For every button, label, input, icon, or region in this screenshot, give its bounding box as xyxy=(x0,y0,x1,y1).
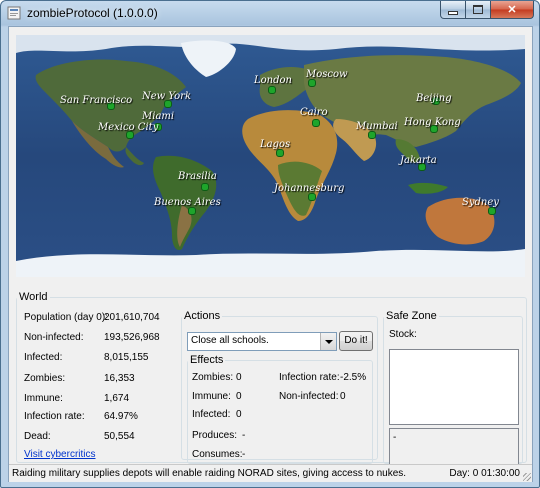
stock-info-text: - xyxy=(393,432,397,443)
title-bar[interactable]: zombieProtocol (1.0.0.0) ✕ xyxy=(1,1,539,25)
world-value-population: 201,610,704 xyxy=(104,312,160,323)
city-label: Hong Kong xyxy=(404,117,461,128)
day-clock: Day: 0 01:30:00 xyxy=(449,468,520,479)
city-label: Miami xyxy=(142,111,175,122)
world-value-immune: 1,674 xyxy=(104,393,130,404)
effects-label-consumes: Consumes: xyxy=(192,449,243,460)
close-button[interactable]: ✕ xyxy=(491,1,534,19)
effects-value-produces: - xyxy=(242,430,246,441)
city-label: London xyxy=(254,75,292,86)
resize-grip[interactable] xyxy=(523,473,531,481)
city-marker[interactable] xyxy=(308,79,316,87)
safe-zone-legend: Safe Zone xyxy=(386,310,437,322)
world-group: World Population (day 0): 201,610,704 No… xyxy=(16,291,527,467)
stock-info-box: - xyxy=(389,428,519,467)
stock-listbox[interactable] xyxy=(389,349,519,425)
cybercritics-link[interactable]: Visit cybercritics xyxy=(24,449,96,460)
city-label: Buenos Aires xyxy=(154,197,221,208)
city-label: New York xyxy=(142,91,191,102)
city-label: Cairo xyxy=(300,107,328,118)
world-value-infected: 8,015,155 xyxy=(104,352,149,363)
action-dropdown[interactable]: Close all schools. xyxy=(187,332,337,351)
window-title: zombieProtocol (1.0.0.0) xyxy=(27,6,158,20)
world-label-population: Population (day 0): xyxy=(24,312,108,323)
city-marker[interactable] xyxy=(276,149,284,157)
minimize-icon xyxy=(448,10,458,15)
city-label: Johannesburg xyxy=(274,183,345,194)
minimize-button[interactable] xyxy=(440,1,466,19)
world-value-zombies: 16,353 xyxy=(104,373,135,384)
world-map[interactable]: San Francisco New York Miami Mexico City… xyxy=(16,35,525,277)
effects-value-consumes: - xyxy=(242,449,246,460)
world-legend: World xyxy=(19,291,48,303)
status-message: Raiding military supplies depots will en… xyxy=(12,468,407,479)
city-marker[interactable] xyxy=(188,207,196,215)
city-marker[interactable] xyxy=(308,193,316,201)
maximize-icon xyxy=(473,5,483,14)
effects-label-produces: Produces: xyxy=(192,430,238,441)
effects-legend: Effects xyxy=(190,354,224,366)
city-label: Sydney xyxy=(462,197,499,208)
city-label: Lagos xyxy=(260,139,291,150)
effects-label-noninfected: Non-infected: xyxy=(279,391,339,402)
world-label-infection-rate: Infection rate: xyxy=(24,411,85,422)
world-label-zombies: Zombies: xyxy=(24,373,66,384)
world-value-dead: 50,554 xyxy=(104,431,135,442)
city-marker[interactable] xyxy=(201,183,209,191)
city-label: Jakarta xyxy=(400,155,437,166)
city-label: Beijing xyxy=(416,93,452,104)
effects-value-zombies: 0 xyxy=(236,372,242,383)
world-map-image xyxy=(16,35,525,277)
world-value-noninfected: 193,526,968 xyxy=(104,332,160,343)
app-window: zombieProtocol (1.0.0.0) ✕ San Francisco… xyxy=(0,0,540,488)
action-dropdown-value: Close all schools. xyxy=(191,335,269,346)
city-marker[interactable] xyxy=(368,131,376,139)
effects-value-infection-rate: -2.5% xyxy=(340,372,367,383)
app-icon xyxy=(7,6,21,20)
city-label: Brasilia xyxy=(178,171,217,182)
effects-label-immune: Immune: xyxy=(192,391,231,402)
effects-label-zombies: Zombies: xyxy=(192,372,234,383)
city-marker[interactable] xyxy=(268,86,276,94)
effects-value-noninfected: 0 xyxy=(340,391,346,402)
do-it-button[interactable]: Do it! xyxy=(339,331,373,351)
maximize-button[interactable] xyxy=(466,1,491,19)
city-marker[interactable] xyxy=(488,207,496,215)
effects-group: Effects Zombies: 0 Infection rate: -2.5%… xyxy=(187,354,373,464)
client-area: San Francisco New York Miami Mexico City… xyxy=(8,26,533,482)
actions-legend: Actions xyxy=(184,310,221,322)
city-label: Mumbai xyxy=(356,121,398,132)
effects-value-infected: 0 xyxy=(236,409,242,420)
world-label-immune: Immune: xyxy=(24,393,63,404)
city-marker[interactable] xyxy=(312,119,320,127)
world-value-infection-rate: 64.97% xyxy=(104,411,138,422)
status-bar: Raiding military supplies depots will en… xyxy=(9,464,532,482)
world-label-noninfected: Non-infected: xyxy=(24,332,84,343)
effects-label-infected: Infected: xyxy=(192,409,231,420)
city-label: Moscow xyxy=(306,69,348,80)
world-label-dead: Dead: xyxy=(24,431,51,442)
city-label: Mexico City xyxy=(98,122,159,133)
effects-value-immune: 0 xyxy=(236,391,242,402)
stock-label: Stock: xyxy=(389,329,417,340)
chevron-down-icon[interactable] xyxy=(320,333,336,350)
world-label-infected: Infected: xyxy=(24,352,63,363)
close-icon: ✕ xyxy=(507,4,517,16)
effects-label-infection-rate: Infection rate: xyxy=(279,372,340,383)
safe-zone-group: Safe Zone Stock: - xyxy=(383,310,523,467)
city-label: San Francisco xyxy=(60,95,133,106)
actions-group: Actions Close all schools. Do it! Effect… xyxy=(181,310,378,464)
